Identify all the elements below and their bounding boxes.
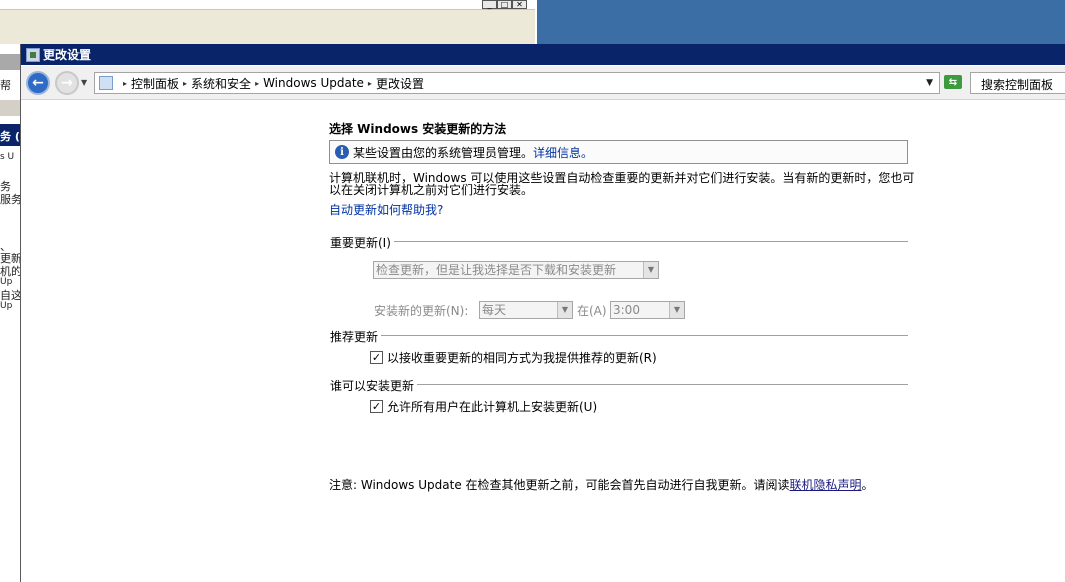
recommended-updates-label: 推荐更新 xyxy=(330,328,382,345)
search-input[interactable]: 搜索控制面板 xyxy=(970,72,1065,94)
note-end: 。 xyxy=(861,478,874,492)
refresh-icon: ⇆ xyxy=(944,75,962,89)
settings-content: 选择 Windows 安装更新的方法 i 某些设置由您的系统管理员管理。 详细信… xyxy=(21,100,1065,582)
background-text: 务 ( xyxy=(0,130,20,143)
who-can-install-label: 谁可以安装更新 xyxy=(330,377,418,394)
page-title: 选择 Windows 安装更新的方法 xyxy=(329,122,507,136)
chevron-down-icon[interactable]: ▼ xyxy=(557,302,572,318)
background-window: _ □ ✕ xyxy=(0,0,535,45)
install-new-updates-label: 安装新的更新(N): xyxy=(374,304,469,318)
recommended-updates-checkbox[interactable]: ✓ xyxy=(370,351,383,364)
info-icon: i xyxy=(335,145,349,159)
control-panel-icon xyxy=(26,47,40,62)
all-users-install-checkbox-label[interactable]: 允许所有用户在此计算机上安装更新(U) xyxy=(387,398,597,415)
recommended-updates-option[interactable]: ✓ 以接收重要更新的相同方式为我提供推荐的更新(R) xyxy=(370,349,657,366)
update-note: 注意: Windows Update 在检查其他更新之前，可能会首先自动进行自我… xyxy=(329,476,874,493)
info-text: 某些设置由您的系统管理员管理。 xyxy=(353,145,534,160)
section-divider xyxy=(331,335,908,336)
chevron-down-icon[interactable]: ▼ xyxy=(643,262,658,278)
install-day-value: 每天 xyxy=(482,303,507,317)
install-time-value: 3:00 xyxy=(613,303,640,317)
background-strip xyxy=(0,54,20,70)
close-icon[interactable]: ✕ xyxy=(512,0,527,9)
window-title: 更改设置 xyxy=(43,48,92,62)
section-divider xyxy=(331,241,908,242)
privacy-statement-link[interactable]: 联机隐私声明 xyxy=(790,478,862,492)
update-mode-select[interactable]: 检查更新，但是让我选择是否下载和安装更新 ▼ xyxy=(373,261,659,279)
refresh-button[interactable]: ⇆ xyxy=(942,72,964,92)
address-bar[interactable]: ▸ 控制面板 ▸ 系统和安全 ▸ Windows Update ▸ 更改设置 ▼ xyxy=(94,72,940,94)
desktop-background xyxy=(537,0,1065,44)
background-window-titlebar xyxy=(0,0,535,10)
at-label: 在(A) xyxy=(577,304,607,318)
update-mode-value: 检查更新，但是让我选择是否下载和安装更新 xyxy=(376,263,617,277)
chevron-down-icon[interactable]: ▼ xyxy=(669,302,684,318)
chevron-right-icon[interactable]: ▸ xyxy=(255,79,259,88)
chevron-right-icon[interactable]: ▸ xyxy=(183,79,187,88)
background-window-left: 帮 务 ( s U 务 服务 、 更新 机的 Up 自这 Up xyxy=(0,44,21,582)
forward-button[interactable]: → xyxy=(55,71,79,95)
more-info-link[interactable]: 详细信息。 xyxy=(533,144,593,161)
change-settings-window: 更改设置 ← → ▼ ▸ 控制面板 ▸ 系统和安全 ▸ Windows Upda… xyxy=(20,44,1065,582)
background-text: s U xyxy=(0,152,15,162)
back-button[interactable]: ← xyxy=(26,71,50,95)
history-dropdown-icon[interactable]: ▼ xyxy=(81,78,87,87)
recommended-updates-checkbox-label[interactable]: 以接收重要更新的相同方式为我提供推荐的更新(R) xyxy=(387,349,657,366)
minimize-icon[interactable]: _ xyxy=(482,0,497,9)
install-day-select[interactable]: 每天 ▼ xyxy=(479,301,573,319)
navigation-bar: ← → ▼ ▸ 控制面板 ▸ 系统和安全 ▸ Windows Update ▸ … xyxy=(21,66,1065,100)
managed-info-bar: i 某些设置由您的系统管理员管理。 详细信息。 xyxy=(329,140,908,164)
back-arrow-icon: ← xyxy=(32,75,44,91)
background-text: Up xyxy=(0,301,13,311)
breadcrumb-control-panel[interactable]: 控制面板 xyxy=(131,75,179,92)
all-users-install-option[interactable]: ✓ 允许所有用户在此计算机上安装更新(U) xyxy=(370,398,597,415)
chevron-right-icon[interactable]: ▸ xyxy=(368,79,372,88)
background-text: Up xyxy=(0,277,13,287)
breadcrumb-windows-update[interactable]: Windows Update xyxy=(263,76,364,90)
help-link[interactable]: 自动更新如何帮助我? xyxy=(329,201,443,218)
install-time-select[interactable]: 3:00 ▼ xyxy=(610,301,685,319)
background-text: 帮 xyxy=(0,79,11,92)
note-text: 注意: Windows Update 在检查其他更新之前，可能会首先自动进行自我… xyxy=(329,478,790,492)
background-strip xyxy=(0,100,20,116)
section-divider xyxy=(331,384,908,385)
forward-arrow-icon: → xyxy=(61,75,73,91)
chevron-down-icon[interactable]: ▼ xyxy=(926,78,933,88)
important-updates-label: 重要更新(I) xyxy=(330,234,394,251)
all-users-install-checkbox[interactable]: ✓ xyxy=(370,400,383,413)
background-window-controls[interactable]: _ □ ✕ xyxy=(482,0,527,9)
description-text: 计算机联机时，Windows 可以使用这些设置自动检查重要的更新并对它们进行安装… xyxy=(329,171,915,197)
control-panel-icon xyxy=(99,76,113,90)
window-titlebar[interactable]: 更改设置 xyxy=(21,44,1065,65)
breadcrumb-system-security[interactable]: 系统和安全 xyxy=(191,75,251,92)
breadcrumb-change-settings[interactable]: 更改设置 xyxy=(376,75,424,92)
background-text: 服务 xyxy=(0,193,21,206)
chevron-right-icon[interactable]: ▸ xyxy=(123,79,127,88)
maximize-icon[interactable]: □ xyxy=(497,0,512,9)
